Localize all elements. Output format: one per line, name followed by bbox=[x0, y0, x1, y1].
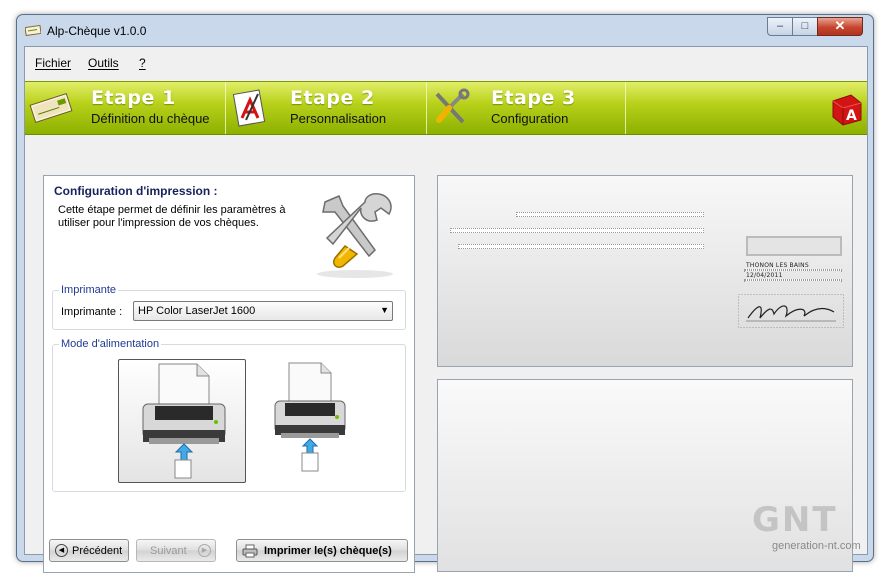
signature-image bbox=[738, 294, 844, 328]
maximize-button[interactable]: □ bbox=[792, 17, 818, 36]
print-button[interactable]: Imprimer le(s) chèque(s) bbox=[236, 539, 408, 562]
menu-help[interactable]: ? bbox=[139, 56, 146, 70]
printer-group-label: Imprimante bbox=[59, 284, 119, 296]
previous-button[interactable]: ◀ Précédent bbox=[49, 539, 129, 562]
window-title: Alp-Chèque v1.0.0 bbox=[47, 24, 147, 38]
step-3[interactable]: Etape 3 Configuration bbox=[427, 82, 625, 134]
step-3-title: Etape 3 bbox=[491, 87, 576, 109]
city-line bbox=[744, 269, 842, 271]
steps-banner: Etape 1 Définition du chèque Etape 2 Per… bbox=[25, 81, 867, 135]
customize-icon bbox=[232, 89, 266, 127]
amount-words-field-2 bbox=[450, 228, 704, 233]
printer-label: Imprimante : bbox=[61, 306, 123, 318]
cheque-city: THONON LES BAINS bbox=[746, 262, 809, 269]
cheque-app-icon bbox=[25, 25, 41, 36]
watermark-url: generation-nt.com bbox=[772, 540, 861, 552]
feed-mode-group: Mode d'alimentation bbox=[52, 338, 406, 492]
cheque-preview-panel: THONON LES BAINS 12/04/2011 bbox=[437, 175, 853, 367]
logo-letter: A bbox=[846, 108, 857, 124]
step-1-title: Etape 1 bbox=[91, 87, 176, 109]
print-label: Imprimer le(s) chèque(s) bbox=[264, 545, 392, 557]
next-button[interactable]: Suivant ▶ bbox=[136, 539, 216, 562]
step-1-subtitle: Définition du chèque bbox=[91, 111, 210, 126]
step-1[interactable]: Etape 1 Définition du chèque bbox=[25, 82, 225, 134]
printer-icon bbox=[242, 544, 258, 558]
step-divider bbox=[625, 82, 626, 134]
close-button[interactable]: ✕ bbox=[817, 17, 863, 36]
feed-mode-label: Mode d'alimentation bbox=[59, 338, 162, 350]
description-text: Cette étape permet de définir les paramè… bbox=[58, 204, 286, 229]
watermark: GNT generation-nt.com bbox=[752, 500, 882, 560]
title-bar: Alp-Chèque v1.0.0 – □ ✕ bbox=[17, 15, 873, 47]
tools-icon bbox=[317, 193, 393, 278]
menu-outils[interactable]: Outils bbox=[88, 56, 119, 70]
date-line bbox=[744, 279, 842, 281]
minimize-button[interactable]: – bbox=[767, 17, 793, 36]
arrow-right-icon: ▶ bbox=[198, 544, 211, 557]
client-area: Fichier Outils ? Etape 1 Définition du c… bbox=[24, 46, 868, 573]
printer-tray-feed-icon bbox=[274, 362, 346, 472]
feed-option-manual[interactable] bbox=[118, 359, 246, 483]
page-title: Configuration d'impression : bbox=[54, 184, 218, 198]
cheque-icon bbox=[29, 92, 73, 124]
step-2[interactable]: Etape 2 Personnalisation bbox=[226, 82, 426, 134]
step-3-subtitle: Configuration bbox=[491, 111, 569, 126]
chevron-down-icon: ▼ bbox=[380, 305, 389, 315]
feed-option-bottom[interactable] bbox=[249, 359, 377, 483]
step-2-subtitle: Personnalisation bbox=[290, 111, 387, 126]
watermark-logo: GNT bbox=[752, 500, 838, 540]
tools-icon bbox=[435, 88, 470, 124]
amount-words-field bbox=[516, 212, 704, 217]
printer-group: Imprimante Imprimante : HP Color LaserJe… bbox=[52, 284, 406, 330]
arrow-left-icon: ◀ bbox=[55, 544, 68, 557]
cheque-date: 12/04/2011 bbox=[746, 272, 783, 279]
payee-field bbox=[458, 244, 704, 249]
amount-box bbox=[746, 236, 842, 256]
previous-label: Précédent bbox=[72, 545, 123, 557]
step-2-title: Etape 2 bbox=[290, 87, 375, 109]
app-logo-icon: A bbox=[832, 94, 862, 126]
printer-select[interactable]: HP Color LaserJet 1600 ▼ bbox=[133, 301, 393, 321]
next-label: Suivant bbox=[150, 545, 187, 557]
printer-select-value: HP Color LaserJet 1600 bbox=[138, 305, 256, 317]
app-window: Alp-Chèque v1.0.0 – □ ✕ Fichier Outils ? bbox=[16, 14, 874, 573]
menu-fichier[interactable]: Fichier bbox=[35, 56, 71, 70]
menu-bar: Fichier Outils ? bbox=[25, 47, 867, 81]
printer-manual-feed-icon bbox=[142, 363, 226, 479]
print-config-panel: Configuration d'impression : Cette étape… bbox=[43, 175, 415, 573]
